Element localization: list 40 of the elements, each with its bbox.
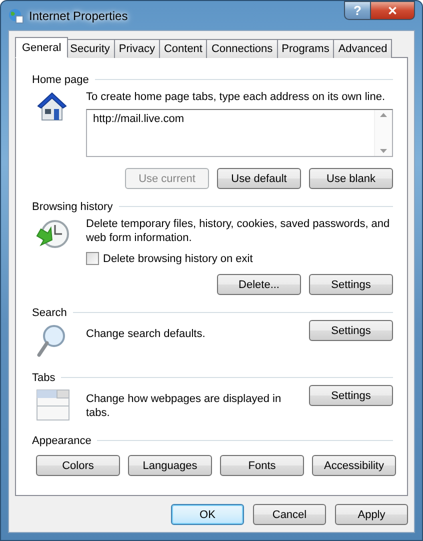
tab[interactable]: Content xyxy=(160,39,208,58)
group-title: Appearance xyxy=(32,434,92,446)
group-title: Search xyxy=(32,306,67,318)
push-button[interactable]: Languages xyxy=(128,455,212,476)
push-button[interactable]: Fonts xyxy=(220,455,304,476)
push-button[interactable]: Accessibility xyxy=(312,455,396,476)
push-button[interactable]: Settings xyxy=(309,385,393,406)
push-button[interactable]: Settings xyxy=(309,274,393,295)
push-button[interactable]: Apply xyxy=(335,504,408,525)
clock-arrow-icon xyxy=(36,218,70,250)
globe-icon xyxy=(8,8,24,24)
push-button[interactable]: Colors xyxy=(36,455,120,476)
group-title: Browsing history xyxy=(32,200,113,212)
tab[interactable]: Connections xyxy=(207,39,278,58)
tab[interactable]: Advanced xyxy=(334,39,392,58)
group-title: Tabs xyxy=(32,372,56,384)
tabs-icon xyxy=(36,389,70,421)
push-button[interactable]: Use default xyxy=(217,168,301,189)
scroll-bar[interactable] xyxy=(374,110,392,156)
push-button[interactable]: Cancel xyxy=(253,504,326,525)
house-icon xyxy=(36,91,68,123)
checkbox-label: Delete browsing history on exit xyxy=(103,252,253,264)
search-icon xyxy=(36,324,66,358)
push-button[interactable]: Use blank xyxy=(309,168,393,189)
description-text: Delete temporary files, history, cookies, saved passwords, and web form information. xyxy=(86,217,391,245)
description-text: Change search defaults. xyxy=(86,327,206,341)
checkbox[interactable] xyxy=(86,252,99,265)
window-title: Internet Properties xyxy=(29,8,128,22)
tab[interactable]: General xyxy=(15,37,68,58)
push-button[interactable]: Delete... xyxy=(217,274,301,295)
tab[interactable]: Programs xyxy=(278,39,334,58)
home-page-field[interactable]: http://mail.live.com xyxy=(86,109,393,157)
description-text: Change how webpages are displayed in tabs. xyxy=(86,392,282,420)
description-text: To create home page tabs, type each address on its own line. xyxy=(86,90,386,104)
close-button[interactable]: ✕ xyxy=(370,1,415,20)
push-button[interactable]: OK xyxy=(171,504,244,525)
tab[interactable]: Security xyxy=(66,39,115,58)
push-button[interactable]: Settings xyxy=(309,320,393,341)
tab[interactable]: Privacy xyxy=(114,39,160,58)
group-title: Home page xyxy=(32,74,89,86)
